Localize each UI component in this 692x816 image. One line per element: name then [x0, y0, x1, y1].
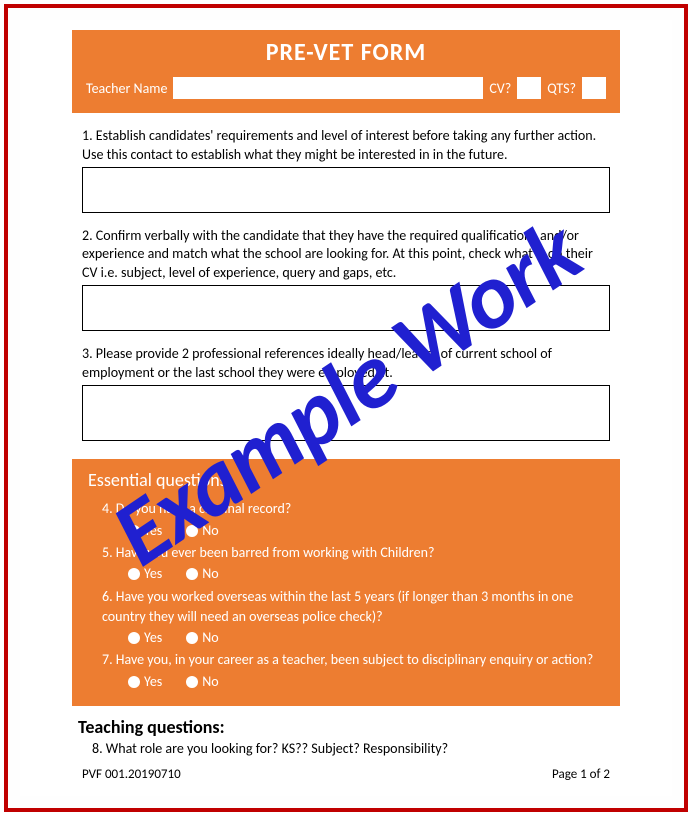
q2-prompt: 2. Confirm verbally with the candidate t…: [82, 227, 610, 284]
radio-icon: [128, 676, 140, 688]
q4-options: Yes No: [128, 521, 604, 541]
page-number: Page 1 of 2: [552, 767, 610, 782]
q5-yes-option[interactable]: Yes: [128, 564, 162, 584]
header-fields-row: Teacher Name CV? QTS?: [86, 77, 606, 99]
qts-input[interactable]: [582, 77, 606, 99]
q1-prompt: 1. Establish candidates' requirements an…: [82, 127, 610, 165]
q1-answer-box[interactable]: [82, 167, 610, 213]
cv-input[interactable]: [517, 77, 541, 99]
no-label: No: [202, 628, 218, 648]
q4-no-option[interactable]: No: [186, 521, 218, 541]
q4-yes-option[interactable]: Yes: [128, 521, 162, 541]
q7-no-option[interactable]: No: [186, 672, 218, 692]
teaching-questions-title: Teaching questions:: [78, 716, 610, 738]
radio-icon: [186, 676, 198, 688]
q2-answer-box[interactable]: [82, 285, 610, 331]
radio-icon: [128, 632, 140, 644]
yes-label: Yes: [144, 521, 162, 541]
q6-yes-option[interactable]: Yes: [128, 628, 162, 648]
q3-answer-box[interactable]: [82, 385, 610, 441]
q5-options: Yes No: [128, 564, 604, 584]
document-id: PVF 001.20190710: [82, 767, 181, 782]
yes-label: Yes: [144, 628, 162, 648]
form-title: PRE-VET FORM: [86, 38, 606, 67]
essential-questions-block: Essential questions: 4. Do you have a cr…: [72, 459, 620, 706]
yes-label: Yes: [144, 672, 162, 692]
q6-options: Yes No: [128, 628, 604, 648]
page-content: PRE-VET FORM Teacher Name CV? QTS? 1. Es…: [20, 20, 672, 796]
form-header: PRE-VET FORM Teacher Name CV? QTS?: [72, 30, 620, 113]
q8-prompt: 8. What role are you looking for? KS?? S…: [92, 740, 610, 757]
qts-label: QTS?: [547, 80, 576, 97]
q7-yes-option[interactable]: Yes: [128, 672, 162, 692]
q5-prompt: 5. Have you ever been barred from workin…: [102, 543, 604, 563]
radio-icon: [128, 525, 140, 537]
yes-label: Yes: [144, 564, 162, 584]
radio-icon: [186, 525, 198, 537]
radio-icon: [186, 632, 198, 644]
radio-icon: [186, 568, 198, 580]
q7-options: Yes No: [128, 672, 604, 692]
q6-no-option[interactable]: No: [186, 628, 218, 648]
radio-icon: [128, 568, 140, 580]
q4-prompt: 4. Do you have a criminal record?: [102, 499, 604, 519]
no-label: No: [202, 521, 218, 541]
document-border: PRE-VET FORM Teacher Name CV? QTS? 1. Es…: [4, 4, 688, 812]
cv-label: CV?: [489, 80, 511, 97]
no-label: No: [202, 564, 218, 584]
teacher-name-label: Teacher Name: [86, 80, 167, 97]
page-footer: PVF 001.20190710 Page 1 of 2: [82, 765, 610, 782]
q6-prompt: 6. Have you worked overseas within the l…: [102, 587, 604, 628]
q7-prompt: 7. Have you, in your career as a teacher…: [102, 650, 604, 670]
essential-title: Essential questions:: [88, 467, 604, 493]
q5-no-option[interactable]: No: [186, 564, 218, 584]
no-label: No: [202, 672, 218, 692]
q3-prompt: 3. Please provide 2 professional referen…: [82, 345, 610, 383]
teacher-name-input[interactable]: [173, 77, 483, 99]
